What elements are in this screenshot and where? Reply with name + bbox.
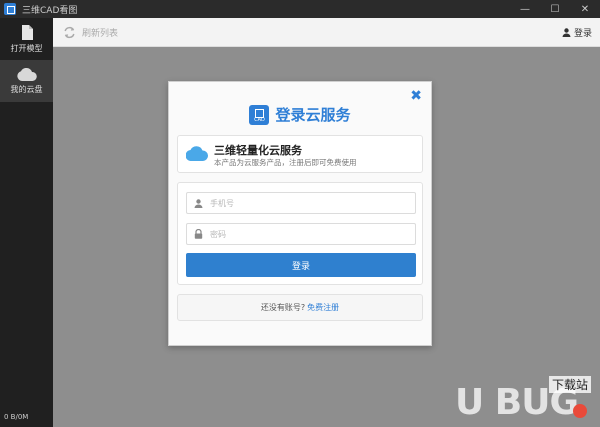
refresh-list-button[interactable]: 刷新列表 [63, 26, 118, 39]
maximize-button[interactable]: ☐ [540, 0, 570, 18]
minimize-button[interactable]: — [510, 0, 540, 18]
sidebar-item-my-cloud[interactable]: 我的云盘 [0, 60, 53, 102]
sidebar: 打开模型 我的云盘 0 B/0M [0, 18, 53, 427]
login-dialog: ✖ CAD 登录云服务 三维轻量化云服务 本产品为云服务产品，注册后即可免费使用 [168, 81, 432, 346]
refresh-list-label: 刷新列表 [82, 28, 119, 39]
user-icon [562, 28, 571, 37]
top-login-button[interactable]: 登录 [562, 26, 592, 39]
password-field[interactable] [186, 223, 416, 245]
service-title: 三维轻量化云服务 [214, 144, 302, 157]
login-button[interactable]: 登录 [186, 253, 416, 277]
app-logo-icon [4, 3, 16, 15]
password-input[interactable] [210, 229, 400, 239]
close-button[interactable]: ✕ [570, 0, 600, 18]
file-icon [21, 24, 33, 40]
register-bar: 还没有账号? 免费注册 [177, 294, 423, 321]
cloud-icon [16, 67, 37, 81]
title-bar: 三维CAD看图 — ☐ ✕ [0, 0, 600, 18]
toolbar: 刷新列表 登录 [53, 18, 600, 47]
service-info-card: 三维轻量化云服务 本产品为云服务产品，注册后即可免费使用 [177, 135, 423, 173]
service-subtitle: 本产品为云服务产品，注册后即可免费使用 [214, 158, 357, 167]
window-controls: — ☐ ✕ [510, 0, 600, 18]
phone-input[interactable] [210, 198, 400, 208]
phone-field[interactable] [186, 192, 416, 214]
watermark: U BUG 下载站 [455, 374, 595, 424]
sidebar-item-open-model[interactable]: 打开模型 [0, 18, 53, 60]
dialog-header: CAD 登录云服务 [169, 104, 431, 125]
sidebar-item-label: 打开模型 [10, 43, 43, 53]
cloud-service-logo-icon: CAD [249, 104, 270, 125]
refresh-icon [64, 26, 75, 38]
register-link[interactable]: 免费注册 [307, 302, 339, 313]
cloud-icon [186, 146, 208, 161]
watermark-tag: 下载站 [548, 376, 591, 393]
dialog-title: 登录云服务 [275, 106, 351, 124]
login-form: 登录 [177, 182, 423, 285]
top-login-label: 登录 [573, 29, 592, 39]
sidebar-item-label: 我的云盘 [10, 84, 43, 94]
storage-usage: 0 B/0M [4, 413, 29, 421]
lock-icon [194, 229, 203, 239]
dialog-close-icon[interactable]: ✖ [410, 89, 422, 103]
user-icon [194, 198, 203, 208]
watermark-dot-icon [573, 404, 587, 418]
app-title: 三维CAD看图 [22, 5, 78, 16]
register-prompt: 还没有账号? [260, 303, 306, 312]
logo-text: CAD [254, 116, 265, 123]
